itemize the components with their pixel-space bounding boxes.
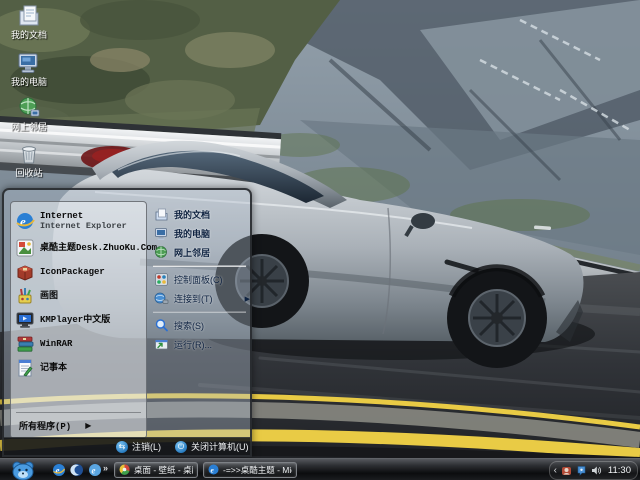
wallpaper-car-rear-wheel <box>447 264 547 368</box>
menu-item-kmplayer[interactable]: KMPlayer中文版 <box>11 308 146 332</box>
menu-item-connect-to[interactable]: 连接到(T) ▶ <box>151 289 250 308</box>
shut-down-label: 关闭计算机(U) <box>191 442 249 452</box>
menu-separator <box>153 311 246 313</box>
log-off-label: 注销(L) <box>132 442 161 452</box>
menu-item-zhuoku-theme[interactable]: 桌酷主题Desk.ZhuoKu.Com <box>11 236 157 260</box>
ie-window-icon: e <box>208 464 219 475</box>
all-programs-arrow-icon: ▶ <box>85 420 92 430</box>
iconpackager-icon <box>17 265 33 281</box>
desktop-icon-my-documents[interactable]: 我的文档 <box>2 3 56 40</box>
menu-item-network-places[interactable]: 网上邻居 <box>151 243 248 262</box>
network-places-small-icon <box>155 246 167 258</box>
desktop-icon-label: 我的电脑 <box>10 77 47 87</box>
network-places-icon <box>19 97 40 117</box>
menu-item-label: 我的电脑 <box>174 229 211 239</box>
control-panel-icon <box>155 273 168 286</box>
start-menu-places-list: 我的文档 我的电脑 网上邻居 控制面板(C) 连接到(T) ▶ 搜索(S) 运行… <box>151 205 250 354</box>
menu-item-label: 记事本 <box>40 363 68 373</box>
menu-item-label: 运行(R)... <box>174 340 212 350</box>
svg-text:e: e <box>20 214 26 229</box>
menu-separator <box>16 412 141 413</box>
start-menu-program-list: e Internet Internet Explorer 桌酷主题Desk.Zh… <box>10 201 157 439</box>
menu-item-label: 画图 <box>40 291 59 301</box>
desktop-icon-my-computer[interactable]: 我的电脑 <box>2 50 56 87</box>
notepad-icon <box>18 359 33 377</box>
my-documents-icon <box>19 5 39 26</box>
screen: 我的文档 我的电脑 网上邻居 回收站 e Internet Internet E… <box>0 0 640 480</box>
menu-item-label: 搜索(S) <box>174 321 204 331</box>
tray-clock: 11:30 <box>607 465 631 476</box>
start-button[interactable] <box>8 459 38 480</box>
desktop-icon-recycle-bin[interactable]: 回收站 <box>2 141 56 178</box>
quick-launch-browser-icon[interactable]: e <box>88 463 102 477</box>
menu-item-winrar[interactable]: WinRAR <box>11 332 146 356</box>
menu-item-run[interactable]: 运行(R)... <box>151 335 248 354</box>
zhuoku-theme-icon <box>16 239 34 257</box>
run-icon <box>155 339 168 350</box>
menu-item-label: 我的文档 <box>174 210 211 220</box>
all-programs-button[interactable]: 所有程序(P) ▶ <box>11 415 146 435</box>
shut-down-button[interactable]: ⏻ 关闭计算机(U) <box>175 440 249 453</box>
internet-explorer-icon: e <box>16 213 35 229</box>
menu-item-label: KMPlayer中文版 <box>40 315 111 325</box>
search-icon <box>155 319 168 332</box>
menu-separator <box>153 265 246 267</box>
desktop-icon-label: 回收站 <box>15 168 43 178</box>
my-computer-small-icon <box>155 228 167 240</box>
menu-item-my-documents[interactable]: 我的文档 <box>151 205 248 224</box>
recycle-bin-icon <box>22 146 36 164</box>
my-computer-icon <box>18 53 38 73</box>
menu-item-notepad[interactable]: 记事本 <box>11 356 146 380</box>
menu-item-label: IconPackager <box>40 267 105 277</box>
my-documents-small-icon <box>155 208 168 221</box>
quick-launch-chevron[interactable]: » <box>103 463 108 473</box>
tray-collapse-chevron[interactable]: ‹ <box>554 465 557 476</box>
menu-item-iconpackager[interactable]: IconPackager <box>11 260 146 284</box>
wallpaper-window-icon <box>119 464 130 475</box>
menu-item-label: 桌酷主题Desk.ZhuoKu.Com <box>40 243 158 253</box>
taskbar-window-button-wallpaper[interactable]: 桌面 - 壁纸 - 桌酷壁... <box>114 461 198 478</box>
menu-item-sublabel: Internet Explorer <box>40 221 127 231</box>
all-programs-label: 所有程序(P) <box>19 421 72 432</box>
menu-item-my-computer[interactable]: 我的电脑 <box>151 224 248 243</box>
quick-launch-moon-icon[interactable] <box>70 463 84 477</box>
shut-down-icon: ⏻ <box>175 440 187 453</box>
tray-security-icon[interactable] <box>561 465 572 476</box>
desktop-icon-label: 我的文档 <box>10 30 47 40</box>
log-off-icon: ⇆ <box>116 440 128 453</box>
menu-item-label: 控制面板(C) <box>174 275 223 285</box>
menu-item-label: Internet <box>40 211 84 221</box>
menu-item-search[interactable]: 搜索(S) <box>151 316 248 335</box>
menu-item-label: WinRAR <box>40 339 73 349</box>
svg-text:e: e <box>92 466 96 476</box>
tray-volume-icon[interactable] <box>591 465 602 476</box>
desktop-icon-network-places[interactable]: 网上邻居 <box>2 95 56 132</box>
taskbar-button-label: 桌面 - 壁纸 - 桌酷壁... <box>134 464 193 475</box>
connect-to-icon <box>154 292 169 304</box>
menu-item-control-panel[interactable]: 控制面板(C) <box>151 270 248 289</box>
start-menu: e Internet Internet Explorer 桌酷主题Desk.Zh… <box>2 188 252 457</box>
kmplayer-icon <box>16 312 34 328</box>
desktop-icon-label: 网上邻居 <box>10 122 47 132</box>
taskbar-button-label: -=>>桌酷主题 - Mic... <box>223 464 292 475</box>
taskbar-window-button-zhuoku-ie[interactable]: e -=>>桌酷主题 - Mic... <box>203 461 297 478</box>
taskbar: e e » 桌面 - 壁纸 - 桌酷壁... e -=> <box>0 458 640 480</box>
svg-text:e: e <box>56 466 60 476</box>
menu-item-internet[interactable]: e Internet Internet Explorer <box>11 206 146 236</box>
menu-item-paint[interactable]: 画图 <box>11 284 146 308</box>
start-menu-footer: ⇆ 注销(L) ⏻ 关闭计算机(U) <box>4 437 250 455</box>
log-off-button[interactable]: ⇆ 注销(L) <box>116 440 161 453</box>
tray-messenger-icon[interactable] <box>576 465 587 476</box>
menu-item-label: 连接到(T) <box>174 294 213 304</box>
paint-icon <box>18 288 32 304</box>
menu-item-label: 网上邻居 <box>174 248 211 258</box>
connect-to-arrow-icon: ▶ <box>244 295 250 303</box>
quick-launch-ie-icon[interactable]: e <box>52 463 66 477</box>
system-tray: ‹ 11:30 <box>548 461 638 480</box>
winrar-icon <box>17 336 34 352</box>
